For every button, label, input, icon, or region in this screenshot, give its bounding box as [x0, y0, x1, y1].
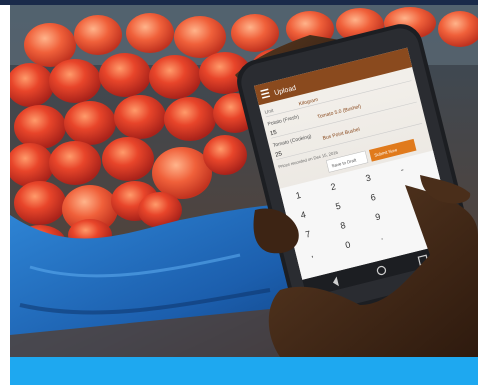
bottom-band — [10, 357, 478, 385]
image-frame: Upload Unit Kilogram Potato (Fresh) 15 T… — [0, 0, 478, 385]
photo-illustration: Upload Unit Kilogram Potato (Fresh) 15 T… — [10, 5, 478, 357]
market-photo: Upload Unit Kilogram Potato (Fresh) 15 T… — [10, 5, 478, 357]
